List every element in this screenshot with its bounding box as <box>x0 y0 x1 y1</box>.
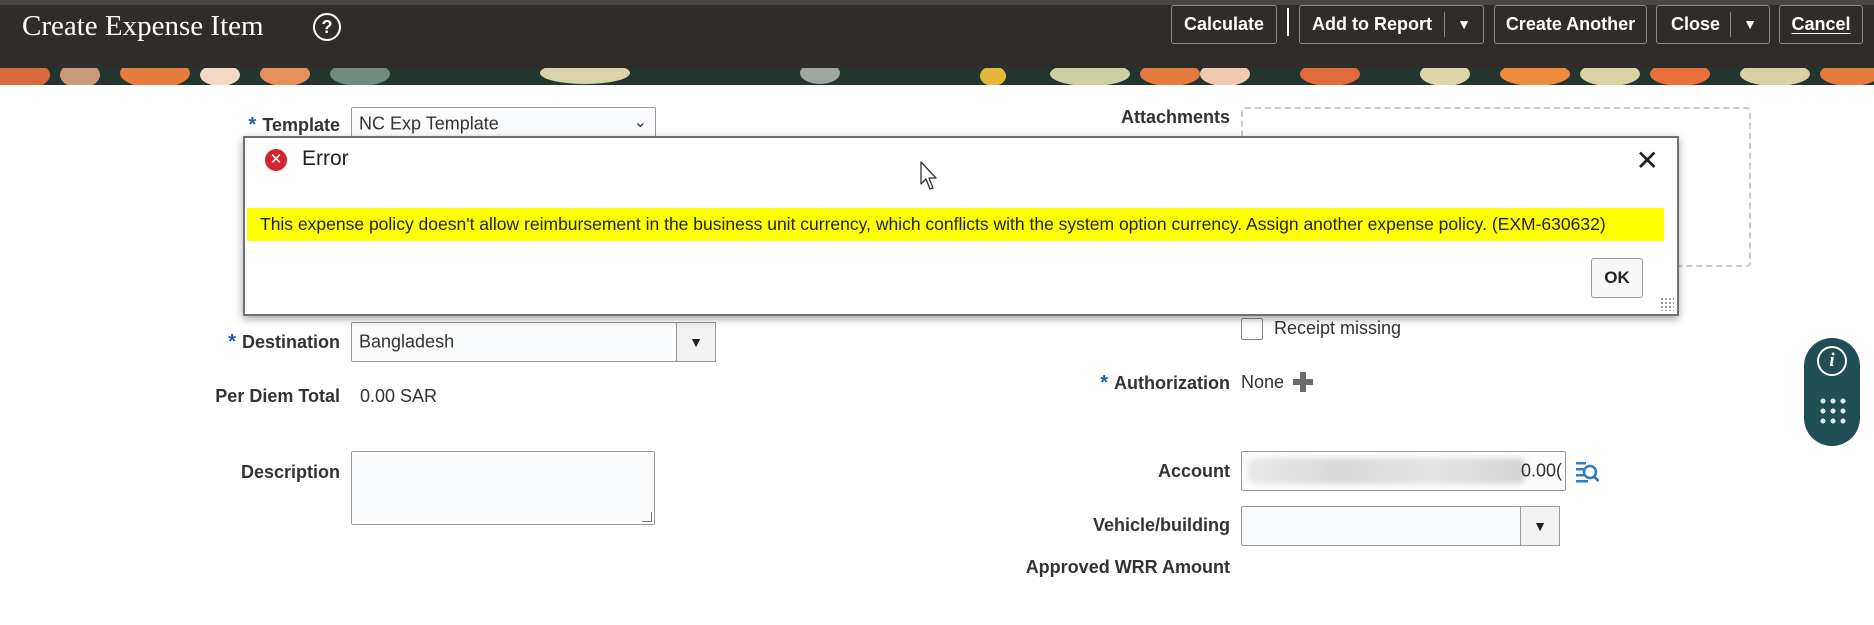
destination-label: * Destination <box>190 331 340 354</box>
chevron-down-icon: ⌄ <box>633 114 647 131</box>
dialog-title: Error <box>302 147 349 170</box>
error-dialog: ✕ Error ✕ This expense policy doesn't al… <box>243 136 1679 316</box>
grid-menu-icon[interactable] <box>1818 396 1848 426</box>
help-icon[interactable]: ? <box>313 13 341 41</box>
destination-field[interactable]: Bangladesh ▼ <box>351 322 716 362</box>
vehicle-building-label: Vehicle/building <box>1092 515 1230 535</box>
close-group: Close ▼ <box>1656 5 1770 44</box>
info-widget[interactable]: i <box>1804 338 1860 446</box>
authorization-label-text: Authorization <box>1114 373 1230 393</box>
destination-label-text: Destination <box>241 332 340 352</box>
receipt-missing-label: Receipt missing <box>1274 318 1402 338</box>
destination-dropdown-icon[interactable]: ▼ <box>676 322 716 362</box>
required-marker: * <box>248 114 257 136</box>
destination-value: Bangladesh <box>359 331 455 352</box>
template-value: NC Exp Template <box>359 113 499 134</box>
calculate-button[interactable]: Calculate <box>1171 5 1277 44</box>
vehicle-building-field[interactable]: ▼ <box>1241 506 1560 546</box>
create-another-button[interactable]: Create Another <box>1494 5 1647 44</box>
account-label: Account <box>1158 461 1230 481</box>
info-icon[interactable]: i <box>1817 346 1847 376</box>
account-field[interactable]: 0.00( <box>1241 451 1566 491</box>
close-icon[interactable]: ✕ <box>1636 144 1659 177</box>
ok-button[interactable]: OK <box>1591 258 1643 298</box>
cancel-button[interactable]: Cancel <box>1779 5 1863 44</box>
account-search-icon[interactable] <box>1574 459 1600 485</box>
approved-wrr-amount-label: Approved WRR Amount <box>1025 557 1230 577</box>
vehicle-building-dropdown-icon[interactable]: ▼ <box>1520 506 1560 546</box>
required-marker: * <box>1100 372 1109 394</box>
description-label: Description <box>240 462 340 482</box>
toolbar-separator <box>1287 8 1289 36</box>
template-label-text: Template <box>262 115 340 135</box>
authorization-value: None <box>1241 372 1285 392</box>
attachments-label: Attachments <box>1120 107 1230 127</box>
add-to-report-button[interactable]: Add to Report <box>1312 6 1432 43</box>
redacted-account-segment <box>1248 458 1525 484</box>
error-message: This expense policy doesn't allow reimbu… <box>247 208 1664 241</box>
dialog-resize-grip-icon[interactable] <box>1660 297 1674 311</box>
receipt-missing-checkbox[interactable] <box>1241 318 1263 340</box>
error-icon: ✕ <box>265 149 287 171</box>
create-another-button-label: Create Another <box>1505 14 1636 34</box>
add-authorization-plus-icon[interactable] <box>1293 372 1313 392</box>
template-label: * Template <box>200 114 340 137</box>
per-diem-total-label: Per Diem Total <box>215 386 340 406</box>
calculate-button-label: Calculate <box>1183 14 1265 34</box>
page-title: Create Expense Item <box>22 10 264 42</box>
mouse-cursor-icon <box>920 161 937 190</box>
close-button[interactable]: Close <box>1671 6 1720 43</box>
required-marker: * <box>228 331 236 353</box>
resize-handle-icon[interactable] <box>642 512 652 522</box>
close-dropdown-icon[interactable]: ▼ <box>1730 6 1770 43</box>
page-header: Create Expense Item ? Calculate Add to R… <box>0 0 1874 68</box>
decorative-banner <box>0 68 1874 85</box>
description-textarea[interactable] <box>351 451 655 525</box>
add-to-report-dropdown-icon[interactable]: ▼ <box>1444 6 1484 43</box>
account-value: 0.00( <box>1520 460 1562 481</box>
add-to-report-group: Add to Report ▼ <box>1299 5 1484 44</box>
per-diem-total-value: 0.00 SAR <box>360 386 438 406</box>
cancel-button-label: Cancel <box>1791 14 1851 34</box>
authorization-label: * Authorization <box>1060 372 1230 395</box>
